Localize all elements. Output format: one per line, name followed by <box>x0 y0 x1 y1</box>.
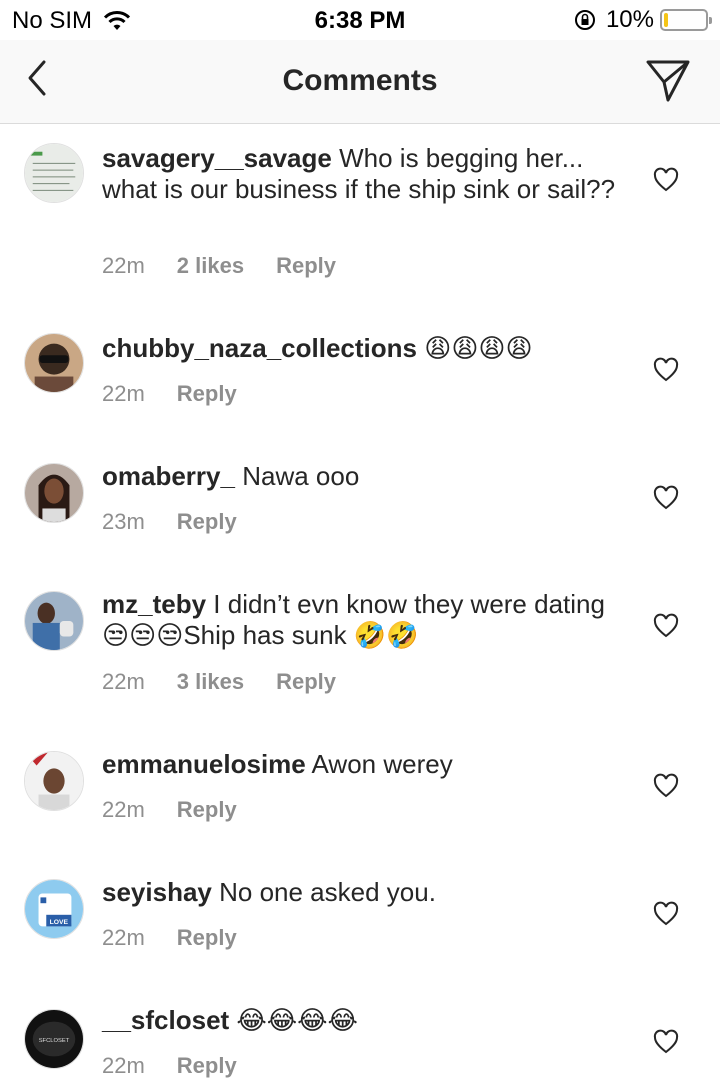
avatar[interactable] <box>24 143 84 203</box>
comment-meta: 22m Reply <box>102 381 269 407</box>
comment-meta: 22m Reply <box>102 1053 269 1079</box>
comment-username[interactable]: savagery__savage <box>102 143 332 173</box>
comment-time: 22m <box>102 1053 145 1078</box>
avatar[interactable]: LOVE <box>24 879 84 939</box>
comment-username[interactable]: omaberry_ <box>102 461 235 491</box>
heart-icon[interactable] <box>653 485 679 511</box>
avatar[interactable]: SFCLOSET <box>24 1009 84 1069</box>
heart-icon[interactable] <box>653 167 679 193</box>
comment-username[interactable]: __sfcloset <box>102 1005 229 1035</box>
comment-text: 😩😩😩😩 <box>424 334 533 364</box>
comment-text: Nawa ooo <box>242 461 360 491</box>
comment-body: savagery__savage Who is begging her... w… <box>102 143 622 205</box>
status-right: 10% <box>574 6 712 34</box>
avatar[interactable] <box>24 591 84 651</box>
heart-icon[interactable] <box>653 773 679 799</box>
reply-button[interactable]: Reply <box>276 669 336 695</box>
comment-body: emmanuelosime Awon werey <box>102 749 622 780</box>
comment-username[interactable]: chubby_naza_collections <box>102 333 417 363</box>
comment-username[interactable]: mz_teby <box>102 589 206 619</box>
comment-body: mz_teby I didn’t evn know they were dati… <box>102 589 622 651</box>
comment-meta: 23m Reply <box>102 509 269 535</box>
comment-time: 23m <box>102 509 145 534</box>
comment-item: chubby_naza_collections 😩😩😩😩 22m Reply <box>0 315 720 443</box>
heart-icon[interactable] <box>653 1029 679 1055</box>
page-title: Comments <box>282 64 438 97</box>
comment-likes[interactable]: 3 likes <box>177 669 244 695</box>
comment-item: omaberry_ Nawa ooo 23m Reply <box>0 443 720 571</box>
comment-time: 22m <box>102 669 145 694</box>
comment-time: 22m <box>102 925 145 950</box>
avatar-badge-text: SFCLOSET <box>39 1038 70 1044</box>
status-bar: No SIM 6:38 PM 10% <box>0 0 720 40</box>
comment-meta: 22m Reply <box>102 797 269 823</box>
reply-button[interactable]: Reply <box>177 1053 237 1079</box>
battery-icon <box>660 9 712 31</box>
comment-text: Awon werey <box>311 749 453 779</box>
comment-meta: 22m 2 likes Reply <box>102 253 368 279</box>
avatar[interactable] <box>24 333 84 393</box>
comment-item: savagery__savage Who is begging her... w… <box>0 125 720 315</box>
avatar-badge-text: LOVE <box>50 919 69 926</box>
reply-button[interactable]: Reply <box>177 925 237 951</box>
reply-button[interactable]: Reply <box>177 797 237 823</box>
comment-item: emmanuelosime Awon werey 22m Reply <box>0 731 720 859</box>
battery-percent: 10% <box>605 6 654 33</box>
comment-body: chubby_naza_collections 😩😩😩😩 <box>102 333 622 365</box>
comment-body: seyishay No one asked you. <box>102 877 622 908</box>
reply-button[interactable]: Reply <box>177 509 237 535</box>
comment-text: 😂😂😂😂 <box>236 1006 358 1036</box>
comment-item: mz_teby I didn’t evn know they were dati… <box>0 571 720 731</box>
orientation-lock-icon <box>574 10 595 30</box>
reply-button[interactable]: Reply <box>276 253 336 279</box>
comment-likes[interactable]: 2 likes <box>177 253 244 279</box>
comment-meta: 22m Reply <box>102 925 269 951</box>
comment-username[interactable]: seyishay <box>102 877 212 907</box>
comment-body: omaberry_ Nawa ooo <box>102 461 622 492</box>
battery-fill <box>664 13 668 27</box>
avatar[interactable] <box>24 751 84 811</box>
direct-send-icon[interactable] <box>644 56 692 104</box>
comment-item: SFCLOSET __sfcloset 😂😂😂😂 22m Reply <box>0 987 720 1088</box>
nav-bar: Comments <box>0 40 720 124</box>
comment-body: __sfcloset 😂😂😂😂 <box>102 1005 622 1037</box>
comment-time: 22m <box>102 253 145 278</box>
reply-button[interactable]: Reply <box>177 381 237 407</box>
heart-icon[interactable] <box>653 901 679 927</box>
comment-text: No one asked you. <box>219 877 436 907</box>
comment-item: LOVE seyishay No one asked you. 22m Repl… <box>0 859 720 987</box>
avatar[interactable] <box>24 463 84 523</box>
heart-icon[interactable] <box>653 357 679 383</box>
comment-meta: 22m 3 likes Reply <box>102 669 368 695</box>
comment-time: 22m <box>102 381 145 406</box>
comment-username[interactable]: emmanuelosime <box>102 749 306 779</box>
comment-time: 22m <box>102 797 145 822</box>
heart-icon[interactable] <box>653 613 679 639</box>
